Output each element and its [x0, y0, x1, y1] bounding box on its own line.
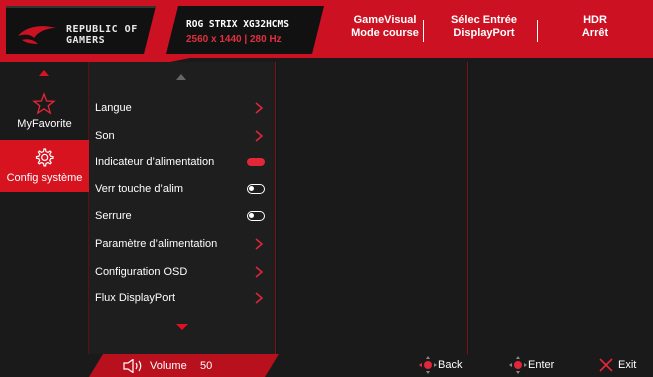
menu-item-label: Verr touche d’alim	[95, 183, 184, 195]
volume-label: Volume	[150, 360, 187, 372]
enter-label[interactable]: Enter	[528, 359, 554, 371]
chevron-right-icon	[255, 292, 263, 304]
sidebar-item-config-systeme[interactable]: Config système	[0, 140, 89, 192]
menu-item-verr-touche-alim[interactable]: Verr touche d’alim	[95, 179, 271, 199]
menu-item-serrure[interactable]: Serrure	[95, 206, 271, 226]
refresh-value: 280 Hz	[249, 34, 282, 45]
sidebar-item-label: Config système	[6, 172, 83, 184]
menu-item-configuration-osd[interactable]: Configuration OSD	[95, 262, 271, 282]
model-resolution: 2560 x 1440 | 280 Hz	[186, 34, 282, 45]
model-name: ROG STRIX XG32HCMS	[186, 19, 289, 30]
status-hdr-value: Arrêt	[581, 27, 609, 39]
menu-scroll-down-icon[interactable]	[176, 324, 188, 330]
status-gamevisual-label: GameVisual	[353, 14, 417, 26]
chevron-right-icon	[255, 266, 263, 278]
back-label[interactable]: Back	[438, 359, 462, 371]
status-gamevisual: GameVisual Mode course	[334, 14, 436, 40]
status-input-value: DisplayPort	[453, 27, 515, 39]
star-icon	[32, 92, 56, 115]
menu-item-label: Indicateur d’alimentation	[95, 156, 215, 168]
gear-icon	[35, 148, 54, 167]
sidebar: MyFavorite Config système	[0, 62, 89, 366]
brand-line-2: GAMERS	[66, 35, 106, 46]
close-icon	[599, 358, 613, 372]
brand-text: REPUBLIC OF GAMERS	[66, 24, 138, 46]
settings-menu-panel: Langue Son Indicateur d’alimentation Ver…	[89, 62, 276, 354]
menu-item-langue[interactable]: Langue	[95, 98, 271, 118]
menu-item-son[interactable]: Son	[95, 126, 271, 146]
toggle-off-icon[interactable]	[247, 211, 265, 221]
menu-item-label: Configuration OSD	[95, 266, 188, 278]
menu-item-label: Son	[95, 130, 115, 142]
speaker-icon	[123, 359, 142, 373]
toggle-off-icon[interactable]	[247, 184, 265, 194]
sidebar-scroll-up-icon[interactable]	[39, 70, 49, 76]
value-panel	[469, 62, 653, 354]
dpad-left-icon	[419, 356, 437, 374]
osd-header: REPUBLIC OF GAMERS ROG STRIX XG32HCMS 25…	[0, 0, 653, 62]
chevron-right-icon	[255, 130, 263, 142]
sidebar-item-label: MyFavorite	[17, 118, 72, 130]
brand-line-1: REPUBLIC OF	[66, 24, 138, 35]
rog-logo: REPUBLIC OF GAMERS	[6, 6, 156, 54]
status-hdr-label: HDR	[583, 14, 607, 26]
resolution-value: 2560 x 1440	[186, 34, 242, 45]
dpad-center-icon	[509, 356, 527, 374]
menu-item-indicateur-alimentation[interactable]: Indicateur d’alimentation	[95, 152, 271, 172]
menu-item-label: Serrure	[95, 210, 132, 222]
status-input: Sélec Entrée DisplayPort	[437, 14, 531, 40]
exit-label[interactable]: Exit	[618, 359, 636, 371]
status-input-label: Sélec Entrée	[450, 14, 518, 26]
status-gamevisual-value: Mode course	[351, 27, 419, 39]
menu-item-flux-displayport[interactable]: Flux DisplayPort	[95, 288, 271, 308]
chevron-right-icon	[255, 102, 263, 114]
rog-eye-icon	[18, 26, 56, 44]
model-block: ROG STRIX XG32HCMS 2560 x 1440 | 280 Hz	[166, 6, 324, 54]
menu-item-label: Paramètre d’alimentation	[95, 238, 218, 250]
submenu-panel	[277, 62, 468, 354]
chevron-right-icon	[255, 238, 263, 250]
menu-item-label: Flux DisplayPort	[95, 292, 176, 304]
menu-item-label: Langue	[95, 102, 132, 114]
indicator-on-toggle[interactable]	[247, 158, 265, 166]
osd-footer: Volume 50 Back Enter Exit	[0, 354, 653, 377]
sidebar-item-myfavorite[interactable]: MyFavorite	[0, 86, 89, 138]
menu-scroll-up-icon[interactable]	[176, 74, 186, 80]
volume-value: 50	[200, 360, 213, 372]
status-hdr: HDR Arrêt	[545, 14, 645, 40]
menu-item-parametre-alimentation[interactable]: Paramètre d’alimentation	[95, 234, 271, 254]
